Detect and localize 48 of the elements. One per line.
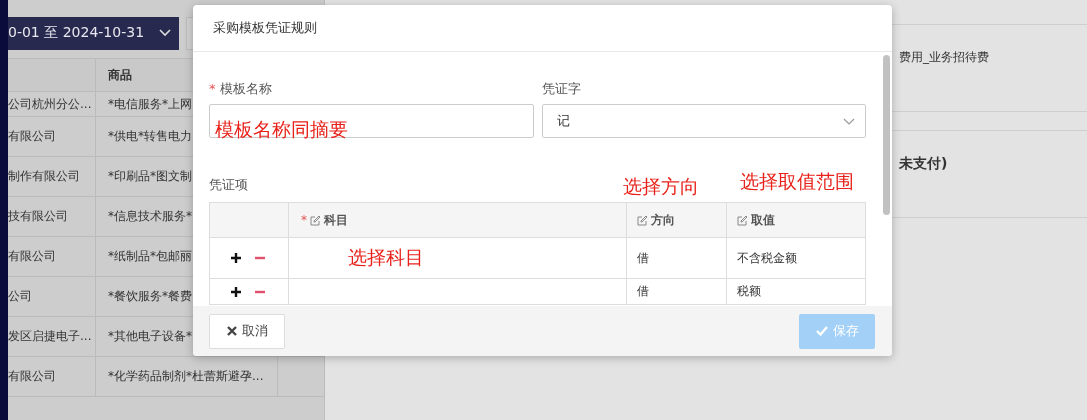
table-cell: *信息技术服务*	[108, 208, 192, 225]
table-cell: 有限公司	[8, 248, 56, 265]
table-cell: *化学药品制剂*杜蕾斯避孕...	[108, 368, 264, 385]
add-row-button[interactable]	[230, 252, 242, 264]
column-header: 取值	[751, 211, 775, 229]
field-label: * 模板名称	[209, 80, 273, 98]
annotation: 选择方向	[623, 174, 699, 199]
table-cell: 不含税金额	[737, 249, 797, 267]
plus-icon	[230, 252, 242, 264]
annotation: 选择科目	[348, 245, 424, 270]
plus-icon	[230, 285, 242, 298]
chevron-down-icon	[843, 117, 855, 125]
table-cell: 有限公司	[8, 368, 56, 385]
close-icon	[226, 326, 237, 336]
field-label: 凭证字	[542, 80, 582, 98]
table-cell: 借	[637, 249, 649, 267]
table-cell: 借	[637, 283, 649, 300]
chevron-down-icon	[159, 29, 171, 37]
table-cell: 公司	[8, 288, 32, 305]
input-field[interactable]	[209, 104, 534, 138]
table-cell: 有限公司	[8, 128, 56, 145]
column-header: 方向	[651, 211, 675, 229]
table-cell: 发区启捷电子...	[8, 328, 92, 345]
table-cell: *纸制品*包邮丽	[108, 248, 192, 265]
table-cell: 税额	[737, 283, 761, 300]
annotation: 选择取值范围	[740, 169, 854, 194]
check-icon	[815, 326, 828, 336]
table-cell: 制作有限公司	[8, 168, 80, 185]
table-cell: *其他电子设备*	[108, 328, 192, 345]
column-header: 商品	[108, 66, 132, 84]
table-cell: *餐饮服务*餐费	[108, 288, 192, 305]
dialog-title: 采购模板凭证规则	[213, 19, 317, 37]
card-title: 未支付)	[899, 155, 949, 173]
table-cell: 技有限公司	[8, 208, 68, 225]
section-label: 凭证项	[209, 176, 248, 194]
required-mark: *	[301, 213, 307, 227]
card-text: 费用_业务招待费	[899, 48, 990, 66]
date-range-picker[interactable]: 0-01 至 2024-10-31	[8, 16, 179, 50]
add-row-button[interactable]	[230, 285, 242, 298]
table-cell: 公司杭州分公...	[8, 95, 92, 113]
table-cell: *印刷品*图文制	[108, 168, 192, 185]
annotation: 模板名称同摘要	[215, 117, 348, 142]
scrollbar[interactable]	[883, 55, 890, 215]
table-cell: *供电*转售电力	[108, 128, 192, 145]
table-cell: *电信服务*上网	[108, 95, 192, 113]
voucher-select[interactable]: 记	[542, 104, 866, 138]
cancel-button[interactable]: 取消	[209, 313, 285, 349]
column-header: 科目	[324, 211, 348, 229]
